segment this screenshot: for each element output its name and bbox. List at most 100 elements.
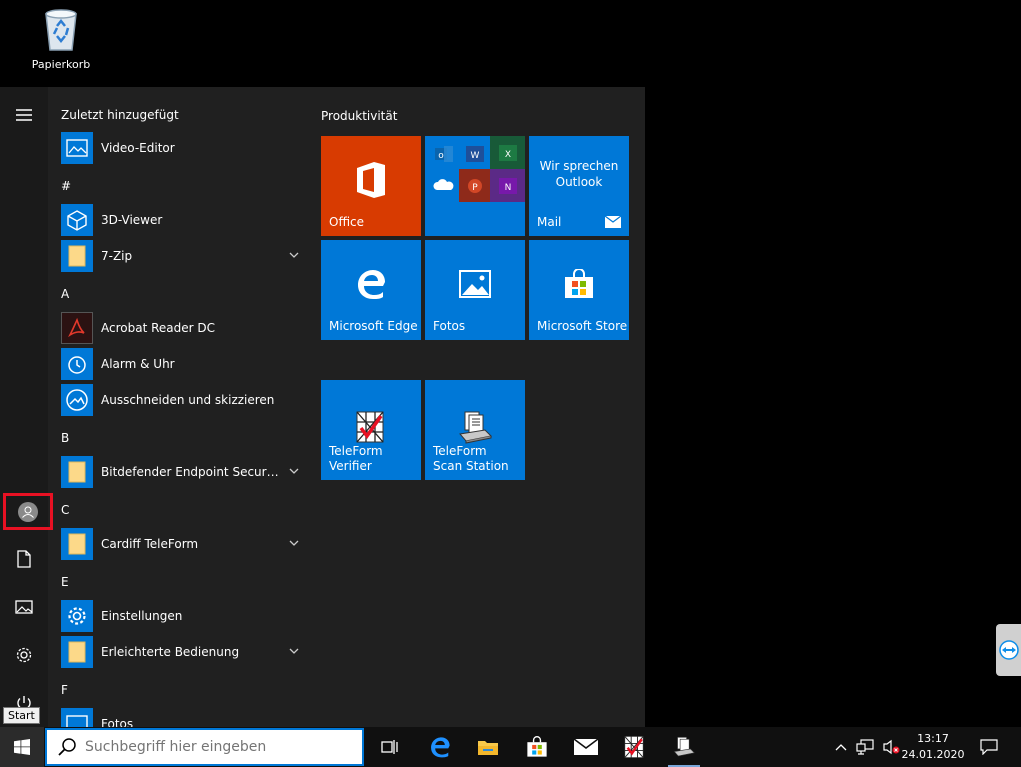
app-item-label: Cardiff TeleForm xyxy=(101,537,199,551)
app-item-label: Alarm & Uhr xyxy=(101,357,175,371)
app-item-bitdefender[interactable]: Bitdefender Endpoint Security T... xyxy=(61,455,301,489)
settings-button[interactable] xyxy=(0,635,48,675)
edge-icon xyxy=(431,737,450,758)
app-item-3d-viewer[interactable]: 3D-Viewer xyxy=(61,203,301,237)
recently-added-title: Zuletzt hinzugefügt xyxy=(61,108,179,122)
tile-label: Fotos xyxy=(433,319,466,333)
svg-text:W: W xyxy=(470,151,479,161)
app-item-cardiff-teleform[interactable]: Cardiff TeleForm xyxy=(61,527,301,561)
teamviewer-icon xyxy=(998,640,1019,660)
folder-icon xyxy=(61,456,93,488)
app-item-label: Video-Editor xyxy=(101,141,175,155)
start-rail: Start xyxy=(0,87,53,727)
app-item-settings[interactable]: Einstellungen xyxy=(61,599,301,633)
edge-icon xyxy=(358,270,385,299)
hamburger-icon xyxy=(16,109,32,121)
documents-button[interactable] xyxy=(0,539,48,579)
tile-microsoft-edge[interactable]: Microsoft Edge xyxy=(321,240,421,340)
tile-office[interactable]: Office xyxy=(321,136,421,236)
taskbar-search-box[interactable] xyxy=(45,728,364,766)
app-item-snip-sketch[interactable]: Ausschneiden und skizzieren xyxy=(61,383,301,417)
tile-group-title: Produktivität xyxy=(321,109,398,123)
section-letter-f[interactable]: F xyxy=(61,683,68,697)
picture-icon xyxy=(15,600,33,614)
app-item-alarm-clock[interactable]: Alarm & Uhr xyxy=(61,347,301,381)
taskbar-mail[interactable] xyxy=(562,727,610,767)
section-letter-hash[interactable]: # xyxy=(61,179,71,193)
tile-label: Microsoft Edge xyxy=(329,319,418,333)
tile-label: TeleForm Verifier xyxy=(329,444,383,473)
windows-logo-icon xyxy=(14,739,30,755)
section-letter-c[interactable]: C xyxy=(61,503,69,517)
app-item-acrobat-reader[interactable]: Acrobat Reader DC xyxy=(61,311,301,345)
network-icon xyxy=(856,739,874,755)
chevron-down-icon[interactable] xyxy=(289,466,299,476)
teamviewer-quickconnect-tab[interactable] xyxy=(996,624,1021,676)
app-item-label: Bitdefender Endpoint Security T... xyxy=(101,465,281,479)
tiles-area: Produktivität Office o W X P N Wir sprec… xyxy=(308,87,645,727)
3d-viewer-icon xyxy=(61,204,93,236)
tile-mail[interactable]: Wir sprechen Outlook Mail xyxy=(529,136,629,236)
teleform-verifier-icon xyxy=(356,411,384,443)
chevron-down-icon[interactable] xyxy=(289,250,299,260)
file-explorer-icon xyxy=(478,741,498,755)
user-account-button[interactable] xyxy=(3,493,53,530)
tile-label: Microsoft Store xyxy=(537,319,628,333)
taskbar-clock[interactable]: 13:17 24.01.2020 xyxy=(901,731,965,763)
pictures-button[interactable] xyxy=(0,587,48,627)
action-center-button[interactable] xyxy=(975,727,1003,767)
start-tooltip: Start xyxy=(3,707,40,724)
tile-office-apps[interactable]: o W X P N xyxy=(425,136,525,236)
excel-icon: X xyxy=(490,136,525,169)
recycle-bin-shortcut[interactable]: Papierkorb xyxy=(20,6,102,71)
app-item-label: 7-Zip xyxy=(101,249,133,263)
office-icon xyxy=(357,162,385,198)
app-list: Zuletzt hinzugefügt Video-Editor # 3D-Vi… xyxy=(48,87,308,727)
tile-teleform-verifier[interactable]: TeleForm Verifier xyxy=(321,380,421,480)
acrobat-icon xyxy=(61,312,93,344)
hamburger-menu-button[interactable] xyxy=(0,95,48,135)
taskbar-teleform-verifier[interactable] xyxy=(610,727,658,767)
folder-icon xyxy=(61,240,93,272)
gear-icon xyxy=(16,647,32,663)
chevron-up-icon xyxy=(835,744,847,751)
chevron-down-icon[interactable] xyxy=(289,538,299,548)
tile-microsoft-store[interactable]: Microsoft Store xyxy=(529,240,629,340)
video-editor-icon xyxy=(61,132,93,164)
teleform-scan-icon xyxy=(673,736,696,757)
outlook-icon: o xyxy=(428,139,459,168)
show-hidden-icons-button[interactable] xyxy=(831,727,851,767)
user-avatar-icon xyxy=(18,501,38,522)
recycle-bin-icon xyxy=(40,6,82,52)
section-letter-e[interactable]: E xyxy=(61,575,69,589)
mail-promo-text: Wir sprechen Outlook xyxy=(539,159,619,189)
volume-button[interactable] xyxy=(879,727,903,767)
notification-icon xyxy=(980,739,998,755)
settings-gear-icon xyxy=(61,600,93,632)
taskbar-edge[interactable] xyxy=(416,727,464,767)
app-item-7zip[interactable]: 7-Zip xyxy=(61,239,301,273)
search-input[interactable] xyxy=(85,739,355,755)
chevron-down-icon[interactable] xyxy=(289,646,299,656)
app-item-video-editor[interactable]: Video-Editor xyxy=(61,131,301,165)
app-item-label: Fotos xyxy=(101,717,134,727)
app-item-photos[interactable]: Fotos xyxy=(61,707,301,727)
task-view-button[interactable] xyxy=(366,727,414,767)
taskbar-file-explorer[interactable] xyxy=(464,727,512,767)
tile-photos[interactable]: Fotos xyxy=(425,240,525,340)
start-button[interactable] xyxy=(0,727,44,767)
section-letter-a[interactable]: A xyxy=(61,287,69,301)
app-item-label: 3D-Viewer xyxy=(101,213,163,227)
folder-icon xyxy=(61,528,93,560)
mail-icon xyxy=(574,739,598,755)
taskbar-teleform-scan-station[interactable] xyxy=(660,727,708,767)
app-item-ease-of-access[interactable]: Erleichterte Bedienung xyxy=(61,635,301,669)
app-item-label: Ausschneiden und skizzieren xyxy=(101,393,275,407)
search-icon xyxy=(58,738,76,756)
photos-icon xyxy=(459,270,491,298)
alarm-clock-icon xyxy=(61,348,93,380)
network-status-button[interactable] xyxy=(853,727,877,767)
tile-teleform-scan-station[interactable]: TeleForm Scan Station xyxy=(425,380,525,480)
taskbar-store[interactable] xyxy=(513,727,561,767)
section-letter-b[interactable]: B xyxy=(61,431,69,445)
